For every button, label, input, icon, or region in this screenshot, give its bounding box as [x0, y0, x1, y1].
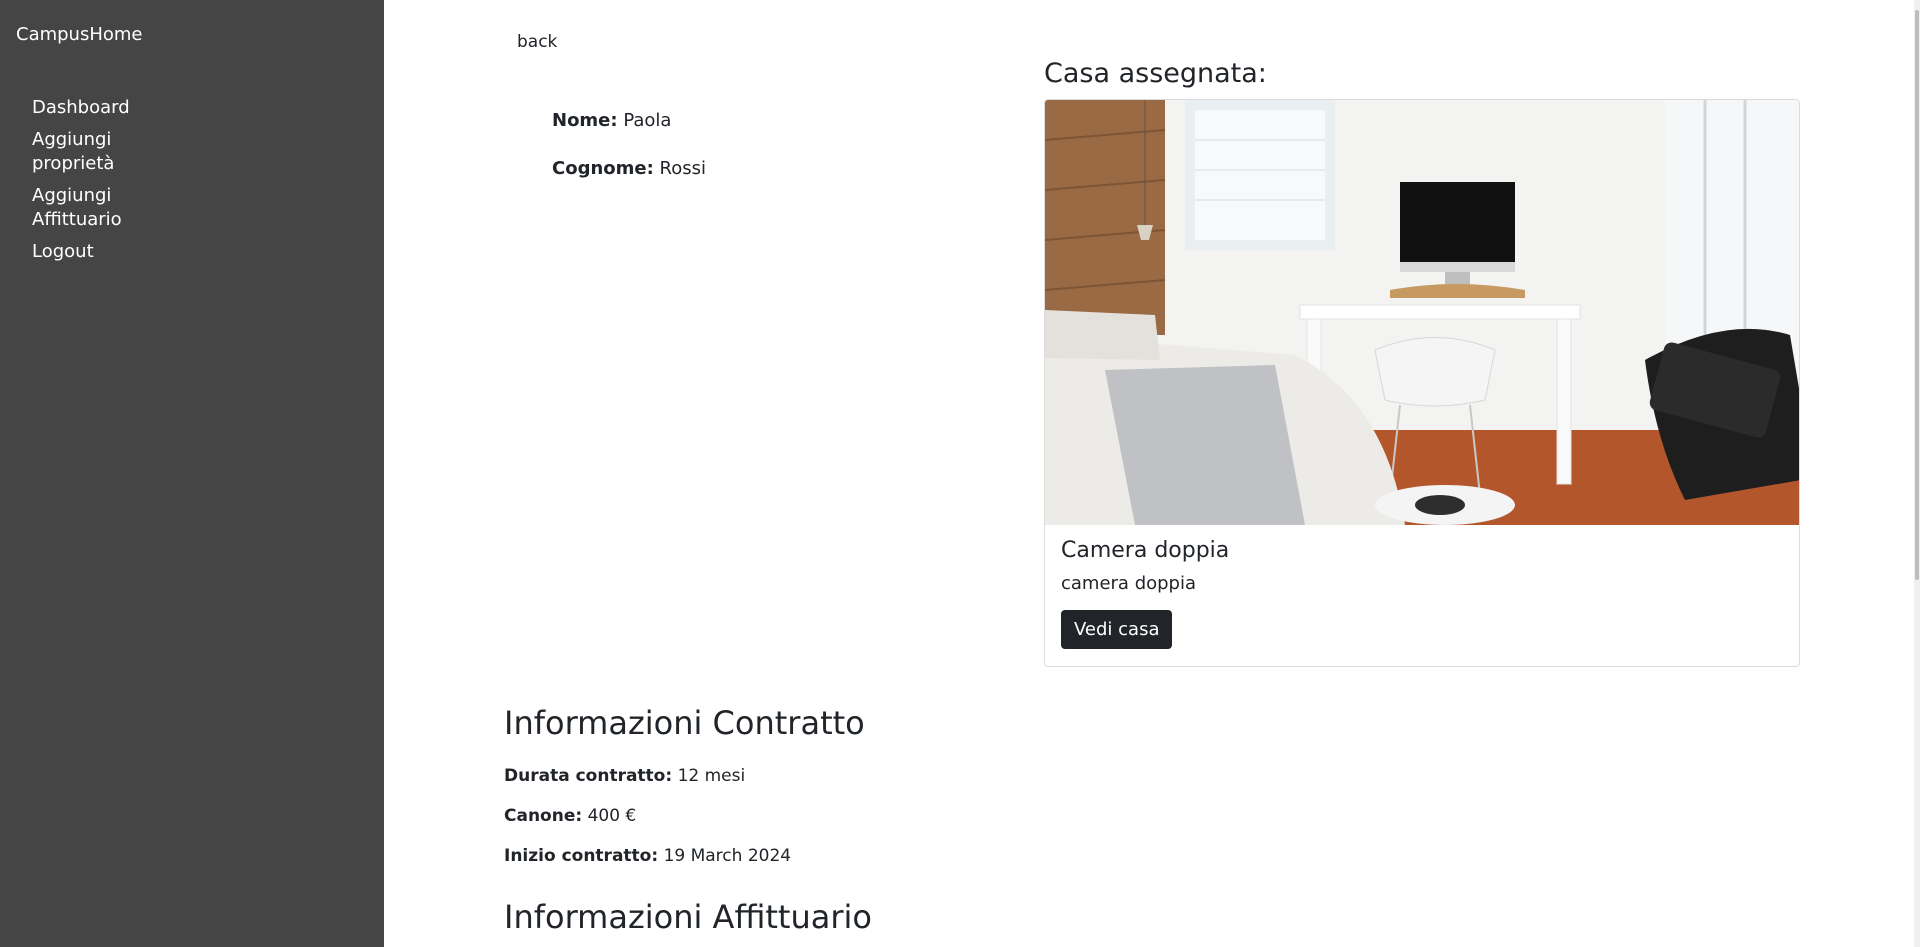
surname-value: Rossi: [659, 158, 707, 179]
contract-info: Informazioni Contratto Durata contratto:…: [504, 704, 865, 886]
rent-row: Canone: 400 €: [504, 806, 865, 830]
contract-duration-label: Durata contratto:: [504, 766, 673, 786]
name-row: Nome: Paola: [552, 110, 706, 134]
rent-label: Canone:: [504, 806, 583, 826]
contract-start-label: Inizio contratto:: [504, 846, 659, 866]
page-scrollbar[interactable]: [1914, 0, 1920, 947]
name-value: Paola: [623, 110, 672, 131]
tenant-info-title: Informazioni Affittuario: [504, 898, 872, 936]
view-house-button[interactable]: Vedi casa: [1061, 610, 1173, 649]
surname-row: Cognome: Rossi: [552, 158, 706, 182]
assigned-house-title: Casa assegnata:: [1044, 58, 1267, 89]
house-card-description: camera doppia: [1061, 573, 1197, 594]
house-card-body: Camera doppia camera doppia Vedi casa: [1061, 538, 1229, 649]
contract-duration-value: 12 mesi: [677, 766, 746, 786]
sidebar-nav: Dashboard Aggiungi proprietà Aggiungi Af…: [32, 96, 162, 272]
name-label: Nome:: [552, 110, 618, 131]
sidebar-item-add-tenant[interactable]: Aggiungi Affittuario: [32, 184, 162, 232]
house-card-title: Camera doppia: [1061, 538, 1230, 563]
contract-title: Informazioni Contratto: [504, 704, 865, 742]
contract-duration-row: Durata contratto: 12 mesi: [504, 766, 865, 790]
contract-start-value: 19 March 2024: [663, 846, 792, 866]
house-image: [1045, 100, 1799, 525]
sidebar-item-dashboard[interactable]: Dashboard: [32, 96, 162, 120]
sidebar-item-add-property[interactable]: Aggiungi proprietà: [32, 128, 162, 176]
house-card: Camera doppia camera doppia Vedi casa: [1044, 99, 1800, 667]
main-content: back Nome: Paola Cognome: Rossi Casa ass…: [384, 0, 1920, 947]
scrollbar-thumb[interactable]: [1915, 10, 1919, 580]
sidebar-item-logout[interactable]: Logout: [32, 240, 162, 264]
back-link[interactable]: back: [517, 32, 557, 52]
person-info: Nome: Paola Cognome: Rossi: [552, 110, 706, 206]
brand-logo[interactable]: CampusHome: [16, 24, 143, 45]
rent-value: 400 €: [587, 806, 637, 826]
contract-start-row: Inizio contratto: 19 March 2024: [504, 846, 865, 870]
surname-label: Cognome:: [552, 158, 654, 179]
sidebar: CampusHome Dashboard Aggiungi proprietà …: [0, 0, 384, 947]
